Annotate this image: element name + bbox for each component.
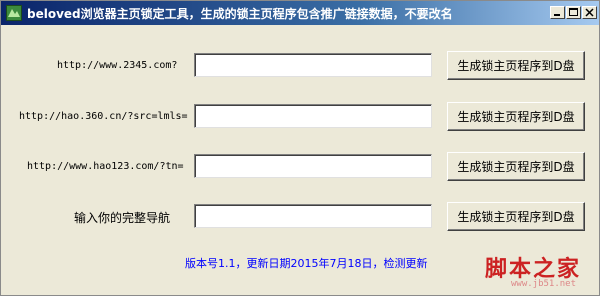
maximize-icon	[569, 8, 578, 16]
watermark-url: www.jb51.net	[511, 279, 577, 289]
minimize-icon	[554, 14, 560, 16]
app-icon	[6, 5, 22, 21]
custom-nav-label: 输入你的完整导航	[74, 211, 171, 225]
url-label-360: http://hao.360.cn/?src=lmls=	[19, 111, 188, 122]
generate-button-custom[interactable]: 生成锁主页程序到D盘	[447, 202, 585, 231]
version-update-link[interactable]: 版本号1.1，更新日期2015年7月18日，检测更新	[185, 255, 427, 271]
site-watermark: 脚本之家 www.jb51.net	[485, 251, 595, 295]
url-input-hao123[interactable]	[194, 154, 432, 178]
close-icon	[585, 8, 594, 17]
maximize-button[interactable]	[566, 6, 581, 19]
url-label-hao123: http://www.hao123.com/?tn=	[27, 161, 184, 172]
close-button[interactable]	[582, 6, 597, 19]
minimize-button[interactable]	[550, 6, 565, 19]
custom-nav-input[interactable]	[194, 204, 432, 228]
url-input-360[interactable]	[194, 104, 432, 128]
window-title: beloved浏览器主页锁定工具，生成的锁主页程序包含推广链接数据，不要改名	[27, 7, 453, 21]
title-bar[interactable]: beloved浏览器主页锁定工具，生成的锁主页程序包含推广链接数据，不要改名	[1, 1, 599, 25]
generate-button-360[interactable]: 生成锁主页程序到D盘	[447, 102, 585, 131]
generate-button-hao123[interactable]: 生成锁主页程序到D盘	[447, 152, 585, 181]
url-input-2345[interactable]	[194, 53, 432, 77]
url-label-2345: http://www.2345.com?	[57, 60, 178, 71]
app-window: beloved浏览器主页锁定工具，生成的锁主页程序包含推广链接数据，不要改名 h…	[0, 0, 600, 296]
generate-button-2345[interactable]: 生成锁主页程序到D盘	[447, 51, 585, 80]
